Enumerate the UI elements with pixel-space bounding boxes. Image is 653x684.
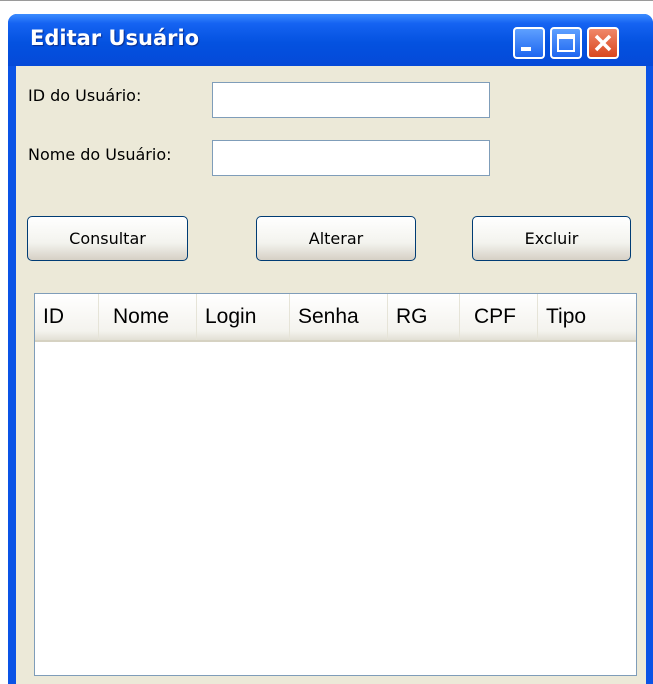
column-header-cpf[interactable]: CPF — [460, 294, 538, 340]
table-header: ID Nome Login Senha RG CPF Tipo — [35, 294, 636, 342]
column-header-login[interactable]: Login — [197, 294, 290, 340]
user-id-label: ID do Usuário: — [28, 86, 142, 105]
column-header-id[interactable]: ID — [35, 294, 99, 340]
maximize-button[interactable] — [550, 27, 582, 59]
alterar-button[interactable]: Alterar — [256, 216, 416, 261]
excluir-button[interactable]: Excluir — [472, 216, 631, 261]
close-button[interactable] — [587, 27, 619, 59]
edit-user-window: Editar Usuário ID do Usuário: Nome do Us… — [8, 14, 653, 684]
user-name-input[interactable] — [212, 140, 490, 176]
column-header-senha[interactable]: Senha — [290, 294, 388, 340]
minimize-button[interactable] — [513, 27, 545, 59]
close-icon — [594, 34, 612, 52]
screen: Editar Usuário ID do Usuário: Nome do Us… — [0, 0, 653, 684]
window-client-area: ID do Usuário: Nome do Usuário: Consulta… — [16, 66, 646, 684]
users-table[interactable]: ID Nome Login Senha RG CPF Tipo — [34, 293, 637, 676]
user-name-label: Nome do Usuário: — [28, 145, 172, 164]
consultar-button[interactable]: Consultar — [27, 216, 188, 261]
column-header-tipo[interactable]: Tipo — [538, 294, 636, 340]
column-header-rg[interactable]: RG — [388, 294, 460, 340]
minimize-icon — [521, 47, 531, 51]
title-bar[interactable]: Editar Usuário — [8, 14, 653, 66]
top-divider — [0, 0, 653, 6]
window-title: Editar Usuário — [30, 26, 200, 50]
table-body — [35, 342, 636, 675]
user-id-input[interactable] — [212, 82, 490, 118]
column-header-nome[interactable]: Nome — [99, 294, 197, 340]
maximize-icon — [557, 34, 575, 52]
